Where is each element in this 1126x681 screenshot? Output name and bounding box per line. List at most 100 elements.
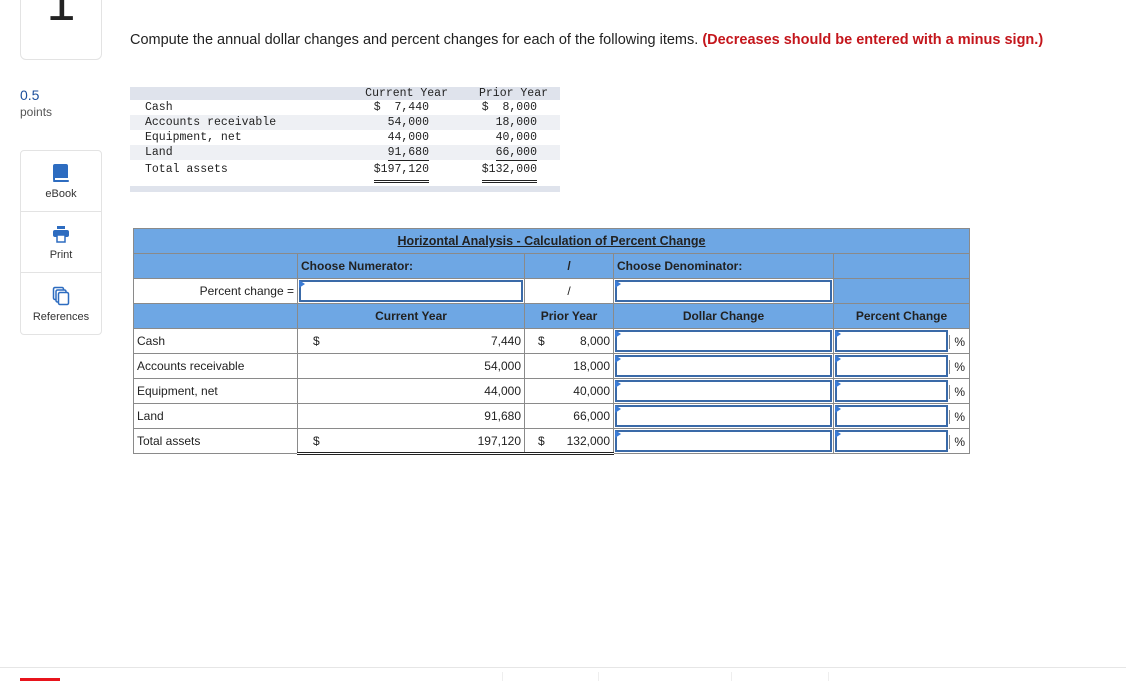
given-row-prior: 18,000 [495, 116, 537, 129]
current-year-value: 54,000 [484, 359, 521, 373]
dollar-change-input[interactable] [613, 403, 834, 429]
currency-symbol: $ [313, 433, 320, 448]
input-flag-icon [615, 330, 621, 338]
given-row-label: Land [145, 146, 173, 159]
references-button[interactable]: References [21, 273, 101, 334]
given-row: Equipment, net 44,000 40,000 [130, 130, 560, 145]
percent-sign: % [949, 360, 965, 374]
given-footer-bar [130, 186, 560, 192]
current-year-cell: 54,000 [297, 353, 525, 379]
current-year-value: 91,680 [484, 409, 521, 423]
dropdown-flag-icon [299, 280, 305, 288]
table-title-row: Horizontal Analysis - Calculation of Per… [133, 228, 970, 254]
blank-cell [133, 303, 298, 329]
dropdown-flag-icon [615, 280, 621, 288]
print-button[interactable]: Print [21, 212, 101, 273]
currency-symbol [528, 384, 538, 398]
references-label: References [32, 310, 90, 323]
footer-divider-tick [598, 672, 599, 681]
input-flag-icon [835, 380, 841, 388]
print-label: Print [49, 249, 73, 261]
header-prior-year: Prior Year [524, 303, 614, 329]
points-label: points [20, 105, 53, 119]
prior-year-value: 66,000 [573, 409, 610, 423]
percent-change-cell: % [833, 328, 970, 354]
input-flag-icon [835, 430, 841, 438]
row-label: Accounts receivable [133, 353, 298, 379]
prior-year-value: 18,000 [573, 359, 610, 373]
given-row: Accounts receivable 54,000 18,000 [130, 115, 560, 130]
given-row-label: Cash [145, 101, 173, 114]
prior-year-cell: 40,000 [524, 378, 614, 404]
given-header-current: Current Year [365, 87, 448, 100]
current-year-cell: $7,440 [297, 328, 525, 354]
input-flag-icon [835, 330, 841, 338]
dollar-change-input[interactable] [613, 353, 834, 379]
given-data-table: Current Year Prior Year Cash $ 7,440 $ 8… [130, 87, 560, 192]
currency-symbol [528, 359, 538, 373]
percent-change-input[interactable] [834, 429, 949, 453]
table-row: Equipment, net 44,000 40,000% [133, 378, 970, 404]
current-year-value: 197,120 [477, 433, 521, 448]
points-value: 0.5 [20, 87, 40, 103]
currency-symbol: $ [538, 433, 545, 448]
given-total-label: Total assets [145, 163, 228, 176]
currency-symbol: $ [538, 334, 545, 348]
divide-symbol: / [524, 278, 614, 304]
prior-year-cell: $8,000 [524, 328, 614, 354]
footer-divider-tick [828, 672, 829, 681]
given-row-label: Equipment, net [145, 131, 242, 144]
percent-change-label: Percent change = [133, 278, 298, 304]
current-year-cell: 91,680 [297, 403, 525, 429]
dollar-change-input[interactable] [613, 428, 834, 454]
given-header-row: Current Year Prior Year [130, 87, 560, 100]
row-label: Land [133, 403, 298, 429]
dollar-change-input[interactable] [613, 328, 834, 354]
choose-denominator-label: Choose Denominator: [613, 253, 834, 279]
given-row: Land 91,680 66,000 [130, 145, 560, 161]
blank-cell [833, 253, 970, 279]
input-flag-icon [615, 430, 621, 438]
blank-cell [133, 253, 298, 279]
currency-symbol [301, 359, 313, 373]
percent-change-input[interactable] [834, 379, 949, 403]
header-percent-change: Percent Change [833, 303, 970, 329]
given-total-current: $197,120 [373, 160, 429, 183]
percent-sign: % [949, 335, 965, 349]
current-year-cell: $197,120 [297, 428, 525, 455]
table-title: Horizontal Analysis - Calculation of Per… [133, 228, 970, 254]
references-icon [52, 285, 70, 307]
denominator-select[interactable] [613, 278, 834, 304]
percent-change-cell: % [833, 403, 970, 429]
input-flag-icon [615, 405, 621, 413]
horizontal-analysis-table: Horizontal Analysis - Calculation of Per… [133, 228, 970, 455]
footer-divider-tick [731, 672, 732, 681]
given-row-prior: $ 8,000 [481, 101, 537, 114]
percent-change-input[interactable] [834, 329, 949, 353]
numerator-select[interactable] [297, 278, 525, 304]
table-row: Land 91,680 66,000% [133, 403, 970, 429]
percent-change-input[interactable] [834, 404, 949, 428]
dollar-change-input[interactable] [613, 378, 834, 404]
question-number: 1 [46, 0, 76, 32]
percent-sign: % [949, 385, 965, 399]
input-flag-icon [615, 355, 621, 363]
table-row: Total assets $197,120 $132,000% [133, 428, 970, 455]
printer-icon [52, 223, 70, 245]
given-row-current: 54,000 [387, 116, 429, 129]
ebook-button[interactable]: eBook [21, 151, 101, 212]
prior-year-cell: 66,000 [524, 403, 614, 429]
percent-change-input[interactable] [834, 354, 949, 378]
currency-symbol [301, 409, 313, 423]
footer-divider [0, 667, 1126, 668]
instruction-warning: (Decreases should be entered with a minu… [702, 32, 1044, 48]
row-label: Equipment, net [133, 378, 298, 404]
question-number-box: 1 [20, 0, 102, 60]
prior-year-value: 40,000 [573, 384, 610, 398]
table-row: Accounts receivable 54,000 18,000% [133, 353, 970, 379]
choose-numerator-label: Choose Numerator: [297, 253, 525, 279]
current-year-value: 44,000 [484, 384, 521, 398]
formula-row: Percent change = / [133, 278, 970, 304]
instruction-main: Compute the annual dollar changes and pe… [130, 32, 703, 48]
prior-year-value: 132,000 [566, 433, 610, 448]
